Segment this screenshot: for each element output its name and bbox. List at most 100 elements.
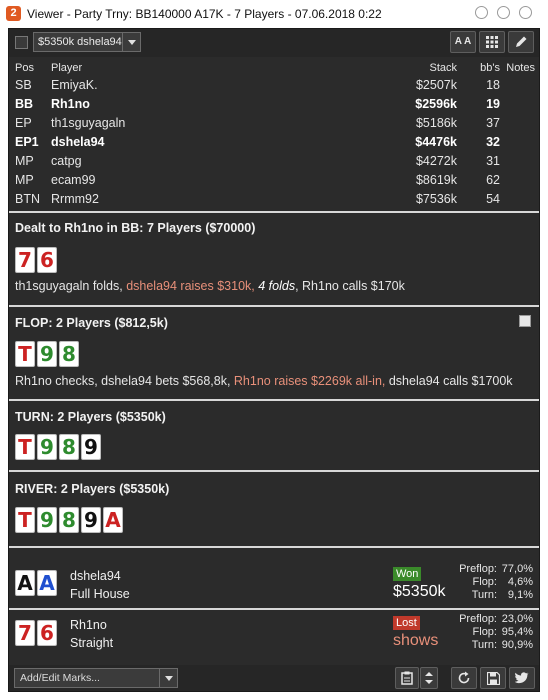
table-row[interactable]: EP1 dshela94 $4476k 32 (15, 133, 535, 152)
playing-card: 9 (81, 434, 101, 460)
action-text: , Rh1no calls $170k (295, 279, 405, 293)
playing-card: 8 (59, 341, 79, 367)
table-row[interactable]: BB Rh1no $2596k 19 (15, 95, 535, 114)
table-row[interactable]: EP th1sguyagaln $5186k 37 (15, 114, 535, 133)
row-stack: $7536k (415, 192, 457, 206)
playing-card: 9 (37, 341, 57, 367)
row-player: Rrmm92 (51, 192, 99, 206)
row-pos: BB (15, 97, 34, 111)
footer-toolbar: Add/Edit Marks... (9, 665, 539, 691)
playing-card: 8 (59, 507, 79, 533)
clipboard-button[interactable] (395, 667, 419, 689)
table-row[interactable]: MP ecam99 $8619k 62 (15, 171, 535, 190)
grid-button[interactable] (479, 31, 505, 53)
won-badge: Won (393, 567, 422, 581)
row-pos: BTN (15, 192, 40, 206)
table-row[interactable]: MP catpg $4272k 31 (15, 152, 535, 171)
section-divider (9, 211, 539, 213)
header-player[interactable]: Player (51, 62, 82, 74)
marks-select-value: Add/Edit Marks... (20, 672, 100, 684)
action-highlight: dshela94 raises $310k, (126, 279, 259, 293)
section-divider (9, 399, 539, 401)
row-stack: $2507k (415, 78, 457, 92)
row-stack: $8619k (415, 173, 457, 187)
playing-card: 9 (81, 507, 101, 533)
refresh-button[interactable] (451, 667, 477, 689)
row-bbs: 37 (486, 116, 500, 130)
section-divider (9, 608, 539, 610)
eq-label: Preflop: (459, 563, 497, 575)
marks-select[interactable]: Add/Edit Marks... (14, 668, 178, 688)
row-stack: $4476k (415, 135, 457, 149)
row-stack: $5186k (415, 116, 457, 130)
winner-hand: Full House (70, 587, 130, 601)
section-divider (9, 305, 539, 307)
row-player: EmiyaK. (51, 78, 98, 92)
section-divider (9, 470, 539, 472)
playing-card: T (15, 507, 35, 533)
refresh-icon (458, 671, 470, 684)
eq-label: Flop: (472, 576, 497, 588)
action-highlight: Rh1no raises $2269k all-in, (233, 374, 389, 388)
maximize-button[interactable] (497, 6, 510, 19)
select-checkbox[interactable] (15, 36, 28, 49)
row-bbs: 54 (486, 192, 500, 206)
hand-select-value: $5350k dshela94 (38, 36, 122, 48)
action-folds: 4 folds (258, 279, 296, 293)
players-table: Pos Player Stack bb's Notes SB EmiyaK. $… (15, 61, 535, 209)
header-bbs[interactable]: bb's (480, 62, 500, 74)
flop-title: FLOP: 2 Players ($812,5k) (15, 316, 168, 330)
chevron-down-icon[interactable] (159, 669, 177, 687)
minimize-button[interactable] (475, 6, 488, 19)
stepper-icon (425, 672, 433, 684)
playing-card: 8 (59, 434, 79, 460)
eq-preflop: 23,0% (501, 613, 533, 625)
app-logo-icon: 2 (6, 6, 21, 21)
row-stack: $2596k (415, 97, 457, 111)
chevron-down-icon[interactable] (122, 33, 140, 51)
playing-card: 6 (37, 247, 57, 273)
row-player: th1sguyagaln (51, 116, 126, 130)
eq-flop: 4,6% (507, 576, 533, 588)
playing-card: A (103, 507, 123, 533)
header-stack[interactable]: Stack (429, 62, 457, 74)
winner-equity: Preflop: 77,0% Flop: 4,6% Turn: 9,1% (449, 563, 533, 602)
section-divider (9, 546, 539, 548)
hand-select[interactable]: $5350k dshela94 (33, 32, 141, 52)
stepper-button[interactable] (420, 667, 438, 689)
eq-label: Turn: (471, 639, 497, 651)
turn-title: TURN: 2 Players ($5350k) (15, 410, 166, 424)
loser-name: Rh1no (70, 618, 107, 632)
table-row[interactable]: BTN Rrmm92 $7536k 54 (15, 190, 535, 209)
row-player: catpg (51, 154, 82, 168)
eq-preflop: 77,0% (501, 563, 533, 575)
save-button[interactable] (480, 667, 506, 689)
hand-viewer-panel: $5350k dshela94 A A Pos Player Stack bb'… (8, 28, 540, 692)
playing-card: 9 (37, 507, 57, 533)
close-button[interactable] (519, 6, 532, 19)
header-pos[interactable]: Pos (15, 62, 34, 74)
twitter-button[interactable] (509, 667, 535, 689)
preflop-action: th1sguyagaln folds, dshela94 raises $310… (15, 279, 405, 293)
playing-card: 9 (37, 434, 57, 460)
preflop-title: Dealt to Rh1no in BB: 7 Players ($70000) (15, 221, 256, 235)
river-title: RIVER: 2 Players ($5350k) (15, 482, 170, 496)
eq-label: Turn: (471, 589, 497, 601)
table-row[interactable]: SB EmiyaK. $2507k 18 (15, 76, 535, 95)
playing-card: T (15, 434, 35, 460)
font-size-button[interactable]: A A (450, 31, 476, 53)
edit-button[interactable] (508, 31, 534, 53)
row-bbs: 62 (486, 173, 500, 187)
clipboard-icon (401, 671, 413, 685)
won-amount: $5350k (393, 583, 446, 600)
players-table-header: Pos Player Stack bb's Notes (15, 61, 535, 76)
note-icon[interactable] (519, 315, 531, 327)
row-bbs: 32 (486, 135, 500, 149)
winner-name: dshela94 (70, 569, 121, 583)
row-pos: MP (15, 154, 34, 168)
title-bar: 2 Viewer - Party Trny: BB140000 A17K - 7… (0, 0, 548, 28)
row-pos: SB (15, 78, 32, 92)
lost-shows: shows (393, 632, 439, 649)
playing-card: A (15, 570, 35, 596)
header-notes[interactable]: Notes (506, 62, 535, 74)
